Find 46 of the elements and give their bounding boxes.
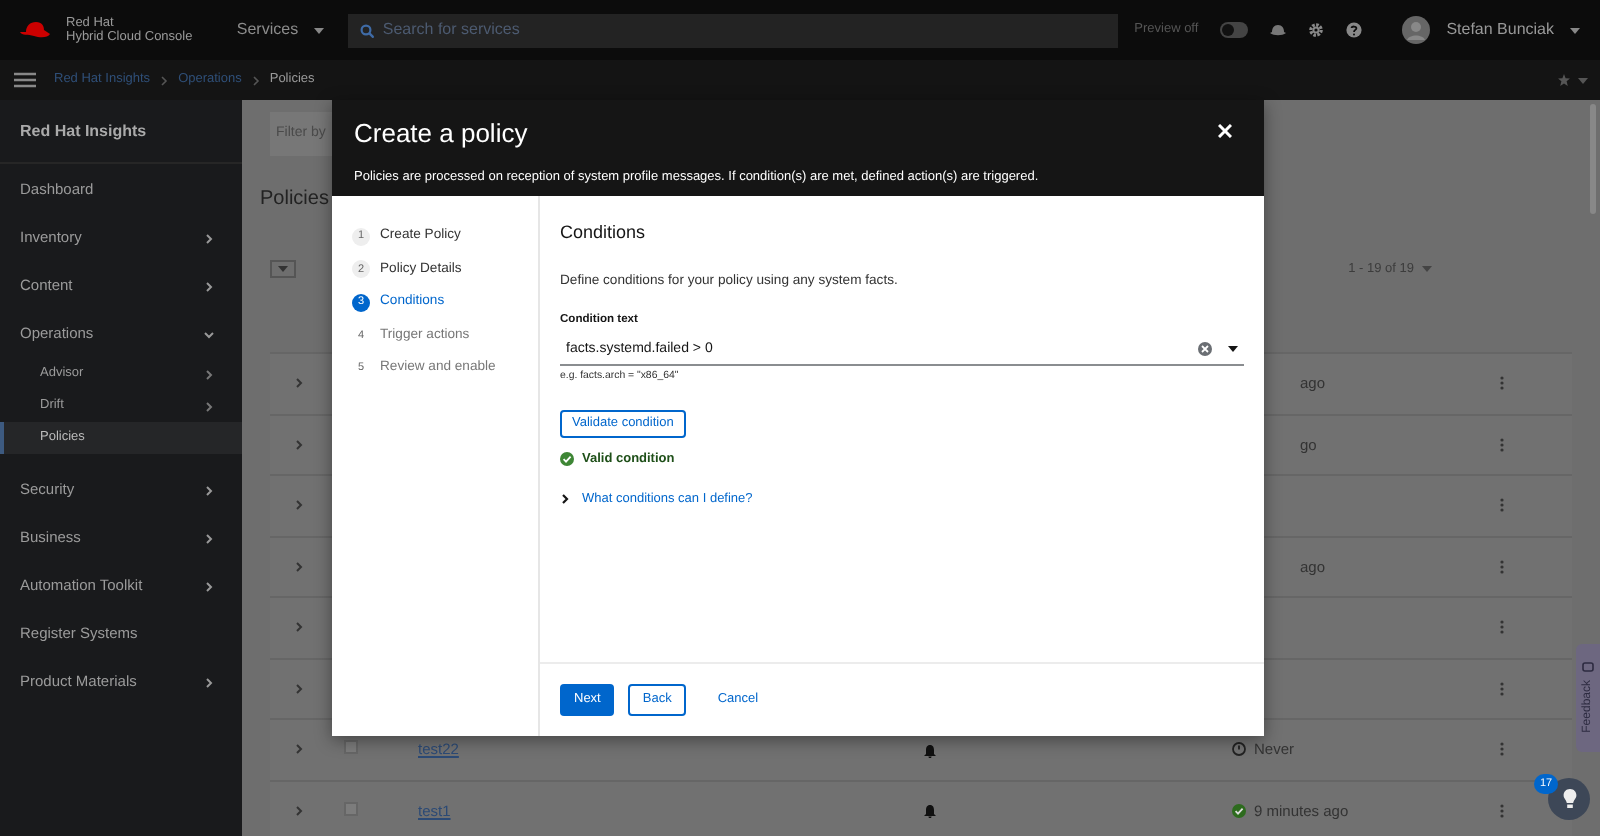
chevron-right-icon[interactable]	[294, 378, 304, 389]
bulk-select[interactable]	[270, 260, 296, 278]
chevron-right-icon	[160, 75, 169, 85]
chevron-right-icon	[251, 75, 260, 85]
help-icon[interactable]	[1346, 22, 1363, 38]
chevron-right-icon[interactable]	[204, 533, 214, 543]
avatar-icon	[1402, 16, 1431, 44]
page-heading: Policies	[260, 186, 329, 214]
bell-icon	[924, 743, 936, 758]
close-icon[interactable]	[1218, 124, 1232, 138]
chevron-right-icon[interactable]	[204, 677, 214, 687]
chevron-right-icon[interactable]	[204, 281, 214, 291]
chevron-right-icon[interactable]	[294, 439, 304, 450]
section-heading: Conditions	[560, 220, 648, 246]
chevron-right-icon[interactable]	[204, 581, 214, 591]
bell-icon	[924, 804, 936, 819]
chevron-right-icon[interactable]	[294, 622, 304, 633]
chevron-right-icon[interactable]	[294, 805, 304, 816]
lightbulb-icon	[1561, 788, 1577, 810]
chevron-right-icon[interactable]	[204, 401, 214, 411]
menu-icon[interactable]	[14, 72, 36, 88]
chevron-right-icon[interactable]	[204, 485, 214, 495]
chevron-right-icon[interactable]	[204, 369, 214, 379]
star-icon[interactable]	[1558, 74, 1570, 86]
modal-title: Create a policy	[354, 120, 528, 146]
preview-toggle[interactable]	[1220, 22, 1249, 38]
sidebar-title: Red Hat Insights	[0, 100, 242, 164]
chevron-right-icon	[560, 494, 570, 505]
hat-icon[interactable]	[1270, 24, 1287, 36]
user-menu[interactable]: Stefan Bunciak	[1382, 0, 1600, 60]
chevron-down-icon[interactable]	[204, 329, 214, 339]
search-icon	[360, 23, 375, 37]
chevron-right-icon[interactable]	[294, 561, 304, 572]
chevron-right-icon[interactable]	[294, 683, 304, 694]
chevron-right-icon[interactable]	[294, 500, 304, 511]
services-menu[interactable]: Services	[216, 0, 333, 60]
row-checkbox[interactable]	[344, 740, 358, 755]
check-circle-icon	[1232, 803, 1246, 818]
settings-icon[interactable]	[1308, 22, 1325, 38]
chevron-right-icon[interactable]	[294, 744, 304, 755]
chevron-right-icon[interactable]	[204, 233, 214, 243]
caret-icon	[278, 266, 288, 272]
clock-icon	[1232, 742, 1246, 757]
clear-icon[interactable]	[1198, 342, 1212, 357]
logo-hat-icon	[20, 20, 50, 40]
chat-icon	[1582, 662, 1594, 675]
